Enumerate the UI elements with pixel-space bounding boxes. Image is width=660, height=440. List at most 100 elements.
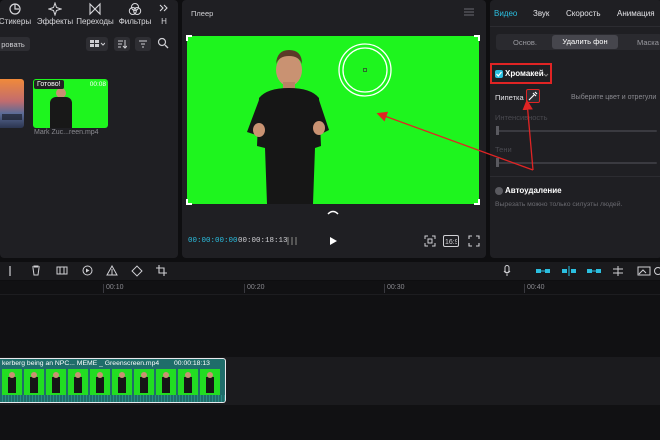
trash-icon [32,265,40,276]
search-button[interactable] [157,37,171,51]
waveform-toggle[interactable] [286,236,300,246]
linkage-button[interactable] [586,266,602,276]
intensity-slider-handle[interactable] [496,126,499,135]
tab-more[interactable]: Н [152,2,176,26]
mirror-button[interactable] [106,264,118,277]
split-preview-button[interactable] [611,266,625,276]
zoom-icon [654,267,660,275]
pipette-button[interactable] [526,89,540,103]
expand-icon [468,235,480,247]
tab-filters-label: Фильтры [118,17,152,26]
ruler-label-3: 00:30 [387,284,405,291]
pick-color-hint: Выберите цвет и отрегули [571,94,657,101]
ruler-tick-3 [384,284,385,293]
pipette-circle-icon[interactable] [337,42,393,98]
tab-effects-label: Эффекты [36,17,74,26]
import-button[interactable]: ровать [0,37,30,51]
play-icon [330,237,337,245]
subtab-remove-bg[interactable]: Удалить фон [552,35,618,49]
tab-filters[interactable]: Фильтры [114,2,156,26]
shadow-slider-handle[interactable] [496,158,499,167]
reverse-button[interactable] [82,265,94,277]
timeline-clip[interactable]: kerberg being an NPC... MEME _ Greenscre… [0,358,226,403]
import-button-label: ровать [1,39,25,49]
chain-icon [587,269,601,273]
sort-icon [118,40,127,49]
tab-video[interactable]: Видео [494,9,517,18]
more-icon [159,4,168,12]
video-preview[interactable] [186,35,480,205]
chevron-down-icon [543,73,549,77]
player-menu-button[interactable] [464,8,476,18]
intensity-label: Интенсивность [495,113,548,122]
auto-remove-checkbox[interactable] [495,187,503,195]
ruler-baseline [0,294,660,295]
ruler-label-2: 00:20 [247,284,265,291]
media-panel: Стикеры Эффекты Переходы Фильтры Н роват… [0,0,178,258]
tab-animation[interactable]: Анимация [617,9,655,18]
check-icon [496,71,502,77]
collapse-handle[interactable] [327,208,339,216]
clock-icon [9,3,21,15]
chromakey-checkbox[interactable] [495,70,503,78]
timeline-clip-duration: 00:00:18:13 [174,360,210,367]
sparkle-icon [48,2,62,16]
section-divider [490,176,660,177]
timeline[interactable]: 00:10 00:20 00:30 00:40 kerberg being an… [0,281,660,440]
rotate-icon [131,265,143,277]
sort-button[interactable] [114,37,130,51]
replay-icon [82,265,93,276]
ruler-tick-2 [244,284,245,293]
delete-button[interactable] [31,265,41,277]
search-icon [157,37,169,49]
grid-view-button[interactable] [86,37,108,51]
select-tool[interactable] [8,266,12,276]
preview-axis-button[interactable] [637,266,651,276]
split-icon [613,266,623,276]
auto-remove-hint: Вырезать можно только силуэты людей. [495,201,623,208]
play-button[interactable] [328,236,338,248]
media-thumbnail-clip[interactable]: Готово! 00:08 [33,79,108,128]
clip-audio-strip [0,395,225,402]
media-thumbnail-sunset[interactable] [0,79,24,128]
tab-stickers[interactable]: Стикеры [0,2,36,26]
tab-effects[interactable]: Эффекты [34,2,76,26]
chromakey-collapse[interactable] [543,71,549,77]
ruler-tick-4 [524,284,525,293]
split-frame-icon [56,266,68,275]
crop-icon [156,265,167,276]
crop-button[interactable] [156,265,168,277]
magnet-snap-button[interactable] [561,266,577,276]
subtab-basic[interactable]: Основ. [513,38,537,47]
pipette-label: Пипетка [495,93,524,102]
shadow-label: Тени [495,145,512,154]
clip-figures [8,372,214,393]
fit-screen-button[interactable] [424,235,436,247]
filter-icon [139,40,147,48]
filter-button[interactable] [135,37,151,51]
shadow-slider[interactable] [497,162,657,164]
zoom-button[interactable] [653,266,660,276]
eyedropper-icon [528,91,538,101]
tab-audio[interactable]: Звук [533,9,549,18]
fullscreen-button[interactable] [468,235,480,247]
ratio-icon: 16:9 [445,239,459,246]
magnet-main-button[interactable] [535,266,551,276]
tab-speed[interactable]: Скорость [566,9,601,18]
tab-transitions-label: Переходы [76,17,114,26]
current-time: 00:00:00:00 [188,237,238,245]
ratio-button[interactable]: 16:9 [443,235,459,247]
freeze-button[interactable] [56,265,68,277]
microphone-icon [503,265,511,276]
focus-frame-icon [424,235,436,247]
intensity-slider[interactable] [497,130,657,132]
media-clip-name: Mark Zuc...reen.mp4 [34,129,99,136]
svg-text:16:9: 16:9 [445,239,457,245]
tabs-divider [490,26,660,27]
mic-button[interactable] [503,265,513,277]
subtab-mask[interactable]: Маска [637,38,659,47]
image-preview-icon [637,266,651,276]
tab-transitions[interactable]: Переходы [74,2,116,26]
ruler[interactable]: 00:10 00:20 00:30 00:40 [0,281,660,295]
rotate-button[interactable] [131,265,143,277]
